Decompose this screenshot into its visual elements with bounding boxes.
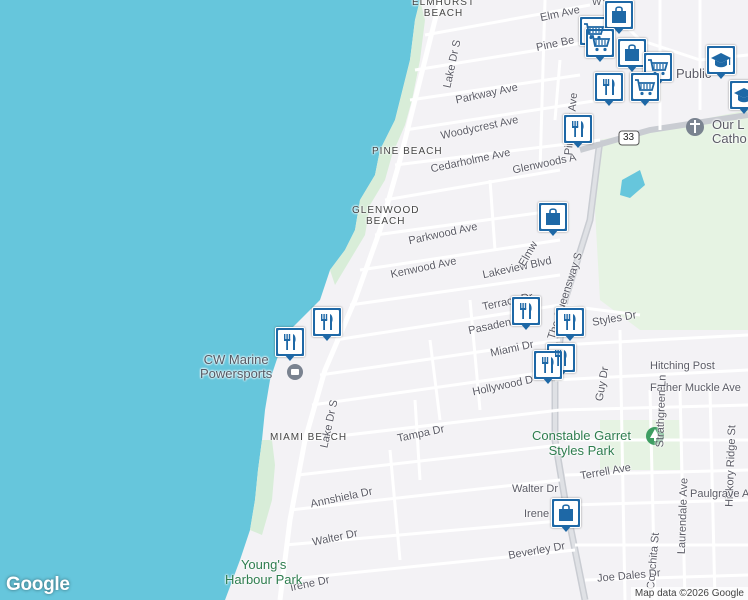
our-lady-label: Our L Catho xyxy=(712,117,747,146)
marker-pointer xyxy=(547,229,559,236)
route-33-label: 33 xyxy=(623,132,635,143)
google-logo: Google xyxy=(6,574,70,595)
marker-pointer xyxy=(715,72,727,79)
restaurant-icon xyxy=(275,327,305,357)
restaurant-marker[interactable] xyxy=(275,327,305,363)
school-marker[interactable] xyxy=(706,45,736,81)
shopping-cart-marker[interactable] xyxy=(630,72,660,108)
school-icon xyxy=(706,45,736,75)
hitching-post-label: Hitching Post xyxy=(650,360,715,372)
shopping-cart-icon xyxy=(630,72,660,102)
shopping-bag-icon xyxy=(551,498,581,528)
constable-park-label[interactable]: Constable Garret Styles Park xyxy=(532,428,631,458)
marker-pointer xyxy=(572,141,584,148)
restaurant-marker[interactable] xyxy=(594,72,624,108)
youngs-harbour-label[interactable]: Young's Harbour Park xyxy=(225,557,302,587)
miami-beach-label: MIAMI BEACH xyxy=(270,432,348,443)
restaurant-icon xyxy=(555,307,585,337)
marker-pointer xyxy=(603,99,615,106)
marker-pointer xyxy=(284,354,296,361)
shopping-bag-marker[interactable] xyxy=(538,202,568,238)
marker-pointer xyxy=(738,107,748,114)
church-icon xyxy=(686,118,704,136)
strathgreen-label: Strathgreen Ln xyxy=(654,374,669,448)
school-marker[interactable] xyxy=(729,80,748,116)
elmhurst-beach-label: ELMHURST BEACH xyxy=(412,0,476,19)
marker-pointer xyxy=(639,99,651,106)
shopping-bag-marker[interactable] xyxy=(551,498,581,534)
shopping-bag-icon xyxy=(604,0,634,30)
restaurant-marker[interactable] xyxy=(511,296,541,332)
restaurant-marker[interactable] xyxy=(563,114,593,150)
shopping-cart-icon xyxy=(585,28,615,58)
irene-dr-east-label: Irene xyxy=(524,508,550,520)
marker-pointer xyxy=(626,65,638,72)
map-attribution[interactable]: Map data ©2026 Google xyxy=(630,587,748,600)
marker-pointer xyxy=(542,377,554,384)
walter-dr-east-label: Walter Dr xyxy=(512,483,559,495)
marine-shop-icon xyxy=(287,364,303,380)
restaurant-icon xyxy=(312,307,342,337)
cw-marine-label[interactable]: CW Marine Powersports xyxy=(200,353,272,381)
restaurant-marker[interactable] xyxy=(555,307,585,343)
pine-beach-label: PINE BEACH xyxy=(372,146,443,157)
restaurant-icon xyxy=(511,296,541,326)
marker-pointer xyxy=(594,55,606,62)
restaurant-marker[interactable] xyxy=(312,307,342,343)
restaurant-icon xyxy=(594,72,624,102)
restaurant-icon xyxy=(563,114,593,144)
paulgrave-ave-label: Paulgrave Ave xyxy=(690,488,748,500)
marker-pointer xyxy=(560,525,572,532)
marker-pointer xyxy=(564,334,576,341)
shopping-cart-marker[interactable] xyxy=(585,28,615,64)
marker-pointer xyxy=(520,323,532,330)
marker-pointer xyxy=(321,334,333,341)
school-icon xyxy=(729,80,748,110)
glenwood-beach-label: GLENWOOD BEACH xyxy=(352,205,420,227)
shopping-bag-icon xyxy=(538,202,568,232)
